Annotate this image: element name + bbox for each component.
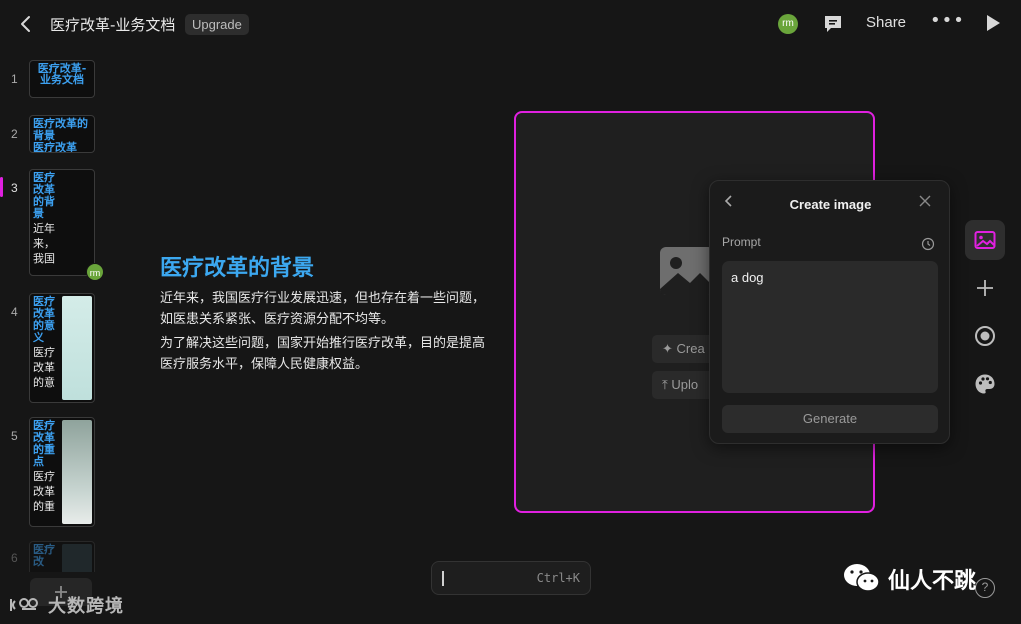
- slide-preview-body: 近年来，我国: [33, 222, 55, 265]
- slide-paragraph-1[interactable]: 近年来，我国医疗行业发展迅速，但也存在着一些问题，如医患关系紧张、医疗资源分配不…: [160, 288, 490, 330]
- collaborator-avatar[interactable]: rm: [86, 263, 104, 281]
- slide-number: 5: [11, 429, 18, 443]
- image-icon: [974, 231, 996, 249]
- prompt-label: Prompt: [722, 235, 761, 249]
- command-shortcut: Ctrl+K: [536, 571, 580, 585]
- slide-number: 1: [11, 72, 18, 86]
- slide-preview-subtitle: 医疗改革: [33, 141, 77, 153]
- close-icon: [919, 195, 931, 207]
- slide-preview-image: [62, 296, 92, 400]
- slide-preview-title: 医疗改革-业务文档: [37, 62, 87, 86]
- panel-close-button[interactable]: [918, 193, 932, 212]
- slide-number: 4: [11, 305, 18, 319]
- slide-number: 6: [11, 551, 18, 565]
- slide-preview: 医疗改: [29, 541, 95, 572]
- back-button[interactable]: [14, 12, 38, 36]
- watermark-left-text: 大数跨境: [48, 596, 124, 617]
- plus-icon: [977, 280, 993, 296]
- slide-preview: 医疗改革的重点 医疗改革的重: [29, 417, 95, 527]
- slide-heading[interactable]: 医疗改革的背景: [160, 250, 314, 282]
- slide-preview-title: 医疗改: [33, 543, 55, 568]
- help-button[interactable]: ?: [975, 578, 995, 598]
- upload-icon: ⤒: [662, 377, 672, 392]
- theme-button[interactable]: [965, 364, 1005, 404]
- slide-preview-title: 医疗改革的背景: [33, 171, 55, 220]
- slide-number: 3: [11, 181, 18, 195]
- prompt-input[interactable]: a dog: [722, 261, 938, 393]
- present-button[interactable]: [984, 13, 1002, 33]
- active-slide-marker: [0, 177, 3, 197]
- comment-icon: [825, 16, 841, 32]
- watermark-logo-icon: [10, 598, 38, 611]
- upload-image-label: Uplo: [671, 377, 699, 392]
- sparkle-icon: ✦: [662, 341, 677, 356]
- slide-preview-body: 医疗改革的重: [33, 470, 55, 513]
- panel-title: Create image: [789, 197, 872, 212]
- slide-preview-image: [62, 544, 92, 572]
- slide-preview-image: [62, 420, 92, 524]
- share-button[interactable]: Share: [866, 14, 906, 31]
- create-image-label: Crea: [676, 341, 705, 356]
- slide-preview-title: 医疗改革的重点: [33, 419, 55, 468]
- slide-paragraph-2[interactable]: 为了解决这些问题，国家开始推行医疗改革，目的是提高医疗服务水平，保障人民健康权益…: [160, 333, 490, 375]
- slide-number: 2: [11, 127, 18, 141]
- slide-preview: 医疗改革的背景 医疗改革: [29, 115, 95, 153]
- slide-preview: 医疗改革的背景 近年来，我国: [29, 169, 95, 276]
- upgrade-badge[interactable]: Upgrade: [185, 14, 249, 35]
- slide-preview: 医疗改革的意义 医疗改革的意: [29, 293, 95, 403]
- slide-preview-body: 医疗改革的意: [33, 346, 55, 389]
- history-button[interactable]: [921, 236, 935, 251]
- create-image-panel: Create image Prompt a dog Generate: [709, 180, 950, 444]
- palette-icon: [975, 374, 995, 394]
- command-bar[interactable]: Ctrl+K: [431, 561, 591, 595]
- record-icon: [975, 326, 995, 346]
- watermark-right-text: 仙人不跳: [888, 569, 977, 594]
- top-bar: 医疗改革-业务文档 Upgrade rm Share •••: [0, 0, 1021, 48]
- slide-preview-title: 医疗改革的意义: [33, 295, 55, 344]
- text-caret: [442, 571, 444, 586]
- user-avatar[interactable]: rm: [778, 14, 798, 34]
- more-options-button[interactable]: •••: [930, 10, 965, 31]
- slide-thumbnail-list: 1 医疗改革-业务文档 2 医疗改革的背景 医疗改革 3 医疗改革的背景 近年来…: [0, 52, 112, 572]
- document-title[interactable]: 医疗改革-业务文档: [50, 14, 175, 35]
- comment-button[interactable]: [821, 12, 845, 36]
- watermark-left: 大数跨境: [8, 592, 124, 618]
- play-icon: [987, 15, 1000, 31]
- record-button[interactable]: [965, 316, 1005, 356]
- chevron-left-icon: [21, 16, 30, 32]
- clock-icon: [921, 237, 935, 251]
- generate-button[interactable]: Generate: [722, 405, 938, 433]
- slide-preview: 医疗改革-业务文档: [29, 60, 95, 98]
- wechat-icon: [844, 564, 880, 592]
- add-element-button[interactable]: [965, 268, 1005, 308]
- image-tool-button[interactable]: [965, 220, 1005, 260]
- slide-preview-title: 医疗改革的背景: [33, 117, 88, 142]
